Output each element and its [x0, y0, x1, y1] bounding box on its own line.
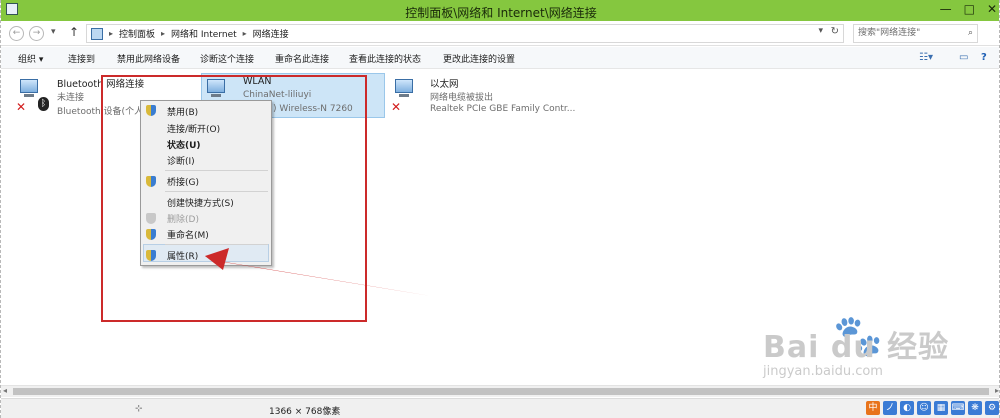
- explorer-window: 控制面板\网络和 Internet\网络连接 — □ ✕ ← → ▾ ↑ ▸ 控…: [0, 0, 1000, 418]
- ime-chinese-icon[interactable]: 中: [866, 401, 880, 415]
- system-tray: 中 ノ ◐ ☺ ▦ ⌨ ❋ ⚙: [866, 401, 999, 415]
- watermark-brand: Bai du 经验: [763, 330, 950, 365]
- ime-mode-icon[interactable]: ノ: [883, 401, 897, 415]
- keyboard-icon[interactable]: ⌨: [951, 401, 965, 415]
- scroll-left-icon[interactable]: ◂: [3, 386, 7, 395]
- image-dimensions: 1366 × 768像素: [269, 407, 341, 417]
- watermark-url: jingyan.baidu.com: [763, 364, 883, 379]
- annotation-arrow-shape: [205, 254, 431, 296]
- horizontal-scrollbar[interactable]: ◂ ▸: [1, 385, 999, 397]
- annotation-arrow-head: [205, 248, 229, 270]
- settings-gear-icon[interactable]: ⚙: [985, 401, 999, 415]
- status-bar: ⊹ 1366 × 768像素 中 ノ ◐ ☺ ▦ ⌨ ❋ ⚙: [1, 398, 999, 418]
- scroll-right-icon[interactable]: ▸: [995, 386, 999, 395]
- moon-icon[interactable]: ◐: [900, 401, 914, 415]
- emoji-icon[interactable]: ☺: [917, 401, 931, 415]
- baidu-watermark: 🐾 Bai du 经验 jingyan.baidu.com: [763, 312, 993, 392]
- skin-icon[interactable]: ❋: [968, 401, 982, 415]
- cursor-position-icon: ⊹: [135, 404, 143, 414]
- scroll-thumb[interactable]: [13, 388, 989, 395]
- grid-icon[interactable]: ▦: [934, 401, 948, 415]
